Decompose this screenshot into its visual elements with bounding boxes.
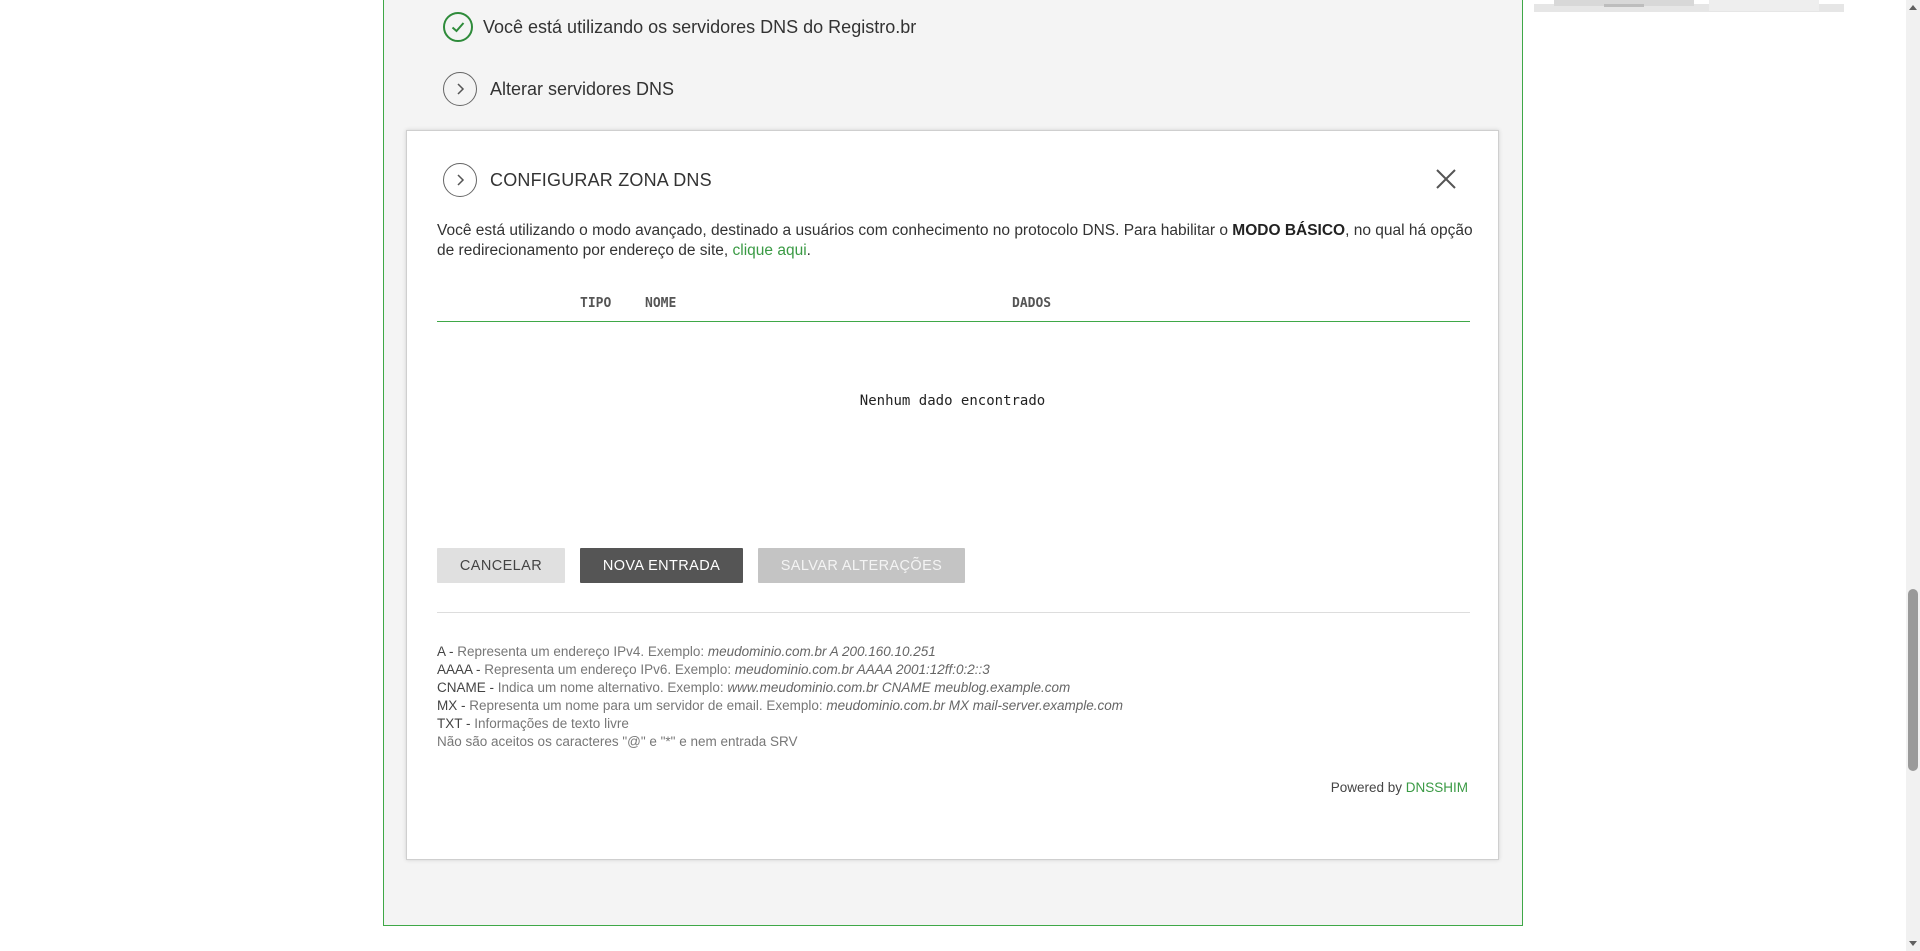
- chevron-right-icon: [443, 163, 477, 197]
- intro-end: .: [806, 242, 811, 259]
- records-table-header: TIPO NOME DADOS: [437, 291, 1470, 322]
- column-header-dados[interactable]: DADOS: [1012, 296, 1051, 311]
- scrollbar-thumb[interactable]: [1908, 589, 1918, 771]
- legend-item-aaaa: AAAA - Representa um endereço IPv6. Exem…: [437, 662, 990, 677]
- check-circle-icon: [443, 12, 473, 42]
- new-entry-button[interactable]: NOVA ENTRADA: [580, 548, 743, 583]
- cancel-button[interactable]: CANCELAR: [437, 548, 565, 583]
- legend-item-mx: MX - Representa um nome para um servidor…: [437, 698, 1124, 713]
- dns-status-row: Você está utilizando os servidores DNS d…: [443, 12, 916, 42]
- change-dns-servers-link[interactable]: Alterar servidores DNS: [443, 72, 674, 106]
- modal-header[interactable]: CONFIGURAR ZONA DNS: [443, 163, 712, 197]
- scroll-up-arrow-icon[interactable]: [1906, 0, 1920, 14]
- chevron-right-icon: [443, 72, 477, 106]
- column-header-nome[interactable]: NOME: [645, 296, 676, 311]
- save-changes-button[interactable]: SALVAR ALTERAÇÕES: [758, 548, 965, 583]
- scroll-down-arrow-icon[interactable]: [1906, 937, 1920, 951]
- legend-item-a: A - Representa um endereço IPv4. Exemplo…: [437, 644, 936, 659]
- close-icon: [1436, 169, 1456, 189]
- device-illustration-icon: [1534, 0, 1844, 12]
- close-button[interactable]: [1434, 167, 1458, 191]
- dnsshim-link[interactable]: DNSSHIM: [1406, 780, 1468, 795]
- empty-table-message: Nenhum dado encontrado: [859, 393, 1046, 409]
- basic-mode-label: MODO BÁSICO: [1232, 222, 1346, 239]
- dns-status-text: Você está utilizando os servidores DNS d…: [483, 16, 917, 37]
- powered-by: Powered by DNSSHIM: [1330, 780, 1468, 795]
- vertical-scrollbar[interactable]: [1906, 0, 1920, 951]
- intro-text: Você está utilizando o modo avançado, de…: [437, 222, 1233, 239]
- legend-note: Não são aceitos os caracteres "@" e "*" …: [437, 734, 798, 749]
- click-here-link[interactable]: clique aqui: [733, 242, 807, 259]
- mode-description: Você está utilizando o modo avançado, de…: [437, 221, 1477, 261]
- divider: [437, 612, 1470, 613]
- change-dns-servers-label: Alterar servidores DNS: [490, 78, 675, 99]
- legend-item-cname: CNAME - Indica um nome alternativo. Exem…: [437, 680, 1071, 695]
- configure-dns-zone-modal: CONFIGURAR ZONA DNS Você está utilizando…: [406, 130, 1499, 860]
- modal-title: CONFIGURAR ZONA DNS: [490, 169, 712, 190]
- legend-item-txt: TXT - Informações de texto livre: [437, 716, 629, 731]
- record-types-legend: A - Representa um endereço IPv4. Exemplo…: [437, 643, 1123, 751]
- column-header-tipo[interactable]: TIPO: [580, 296, 611, 311]
